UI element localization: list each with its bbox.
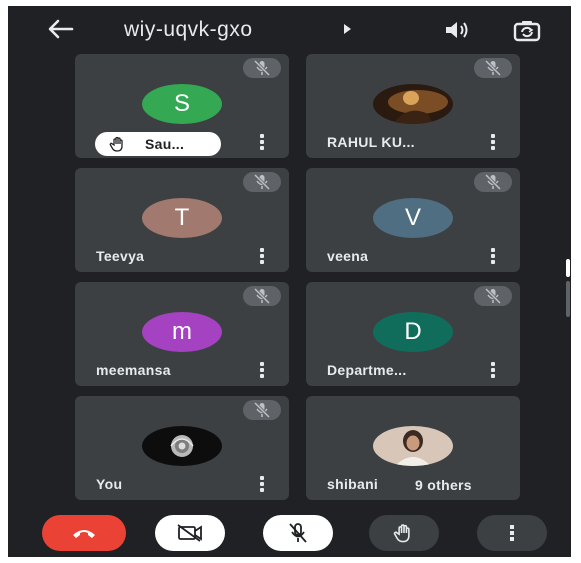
- mic-off-icon: [253, 402, 271, 418]
- participant-name: RAHUL KU...: [327, 134, 415, 150]
- participant-name: meemansa: [96, 362, 171, 378]
- mic-off-icon: [289, 523, 307, 543]
- participant-name: veena: [327, 248, 369, 264]
- mic-toggle-button[interactable]: [263, 515, 333, 551]
- camera-toggle-button[interactable]: [155, 515, 225, 551]
- avatar: V: [373, 198, 453, 238]
- more-options-icon[interactable]: [490, 362, 496, 378]
- mic-off-icon: [253, 60, 271, 76]
- mic-muted-badge: [474, 286, 512, 306]
- meeting-code[interactable]: wiy-uqvk-gxo: [124, 18, 253, 42]
- participant-tile[interactable]: m meemansa: [75, 282, 289, 386]
- raise-hand-button[interactable]: [369, 515, 439, 551]
- hand-icon: [109, 136, 123, 152]
- back-arrow-icon[interactable]: [46, 18, 74, 40]
- mic-muted-badge: [243, 58, 281, 78]
- end-call-button[interactable]: [42, 515, 126, 551]
- profile-photo: [142, 426, 222, 466]
- more-options-icon[interactable]: [259, 248, 265, 264]
- caret-right-icon[interactable]: [344, 24, 351, 34]
- participant-tile[interactable]: T Teevya: [75, 168, 289, 272]
- avatar: T: [142, 198, 222, 238]
- hand-icon: [393, 524, 410, 543]
- participant-tile[interactable]: shibani 9 others: [306, 396, 520, 500]
- participant-tile-self[interactable]: You: [75, 396, 289, 500]
- mic-muted-badge: [474, 58, 512, 78]
- mic-off-icon: [484, 288, 502, 304]
- participant-tile[interactable]: RAHUL KU...: [306, 54, 520, 158]
- more-options-icon[interactable]: [259, 476, 265, 492]
- mic-off-icon: [484, 174, 502, 190]
- mic-off-icon: [484, 60, 502, 76]
- meeting-screen: wiy-uqvk-gxo S Sau... RAHUL KU... T Teev…: [8, 6, 571, 557]
- scrollbar-track: [566, 281, 570, 317]
- participant-tile[interactable]: D Departme...: [306, 282, 520, 386]
- avatar: m: [142, 312, 222, 352]
- profile-photo: [373, 84, 453, 124]
- hang-up-icon: [73, 530, 95, 538]
- raised-hand-chip: Sau...: [95, 132, 221, 156]
- mic-muted-badge: [243, 286, 281, 306]
- participant-name: Teevya: [96, 248, 145, 264]
- participant-name: Departme...: [327, 362, 407, 378]
- scrollbar[interactable]: [566, 259, 570, 317]
- camera-off-icon: [177, 524, 202, 542]
- avatar: D: [373, 312, 453, 352]
- more-options-button[interactable]: [477, 515, 547, 551]
- participant-name: You: [96, 476, 123, 492]
- participant-tile[interactable]: S Sau...: [75, 54, 289, 158]
- profile-photo: [373, 426, 453, 466]
- speaker-icon[interactable]: [442, 19, 472, 41]
- scrollbar-thumb[interactable]: [566, 259, 570, 277]
- mic-muted-badge: [243, 172, 281, 192]
- mic-off-icon: [253, 288, 271, 304]
- participant-tile[interactable]: V veena: [306, 168, 520, 272]
- more-options-icon[interactable]: [490, 248, 496, 264]
- mic-muted-badge: [474, 172, 512, 192]
- top-bar: wiy-uqvk-gxo: [8, 6, 571, 50]
- mic-muted-badge: [243, 400, 281, 420]
- more-options-icon[interactable]: [259, 362, 265, 378]
- mic-off-icon: [253, 174, 271, 190]
- participant-name: Sau...: [145, 136, 185, 152]
- avatar: S: [142, 84, 222, 124]
- participant-name: shibani: [327, 476, 379, 492]
- more-options-icon[interactable]: [259, 134, 265, 150]
- more-vert-icon: [510, 525, 514, 541]
- others-count-button[interactable]: 9 others: [398, 473, 489, 497]
- more-options-icon[interactable]: [490, 134, 496, 150]
- switch-camera-icon[interactable]: [512, 19, 542, 43]
